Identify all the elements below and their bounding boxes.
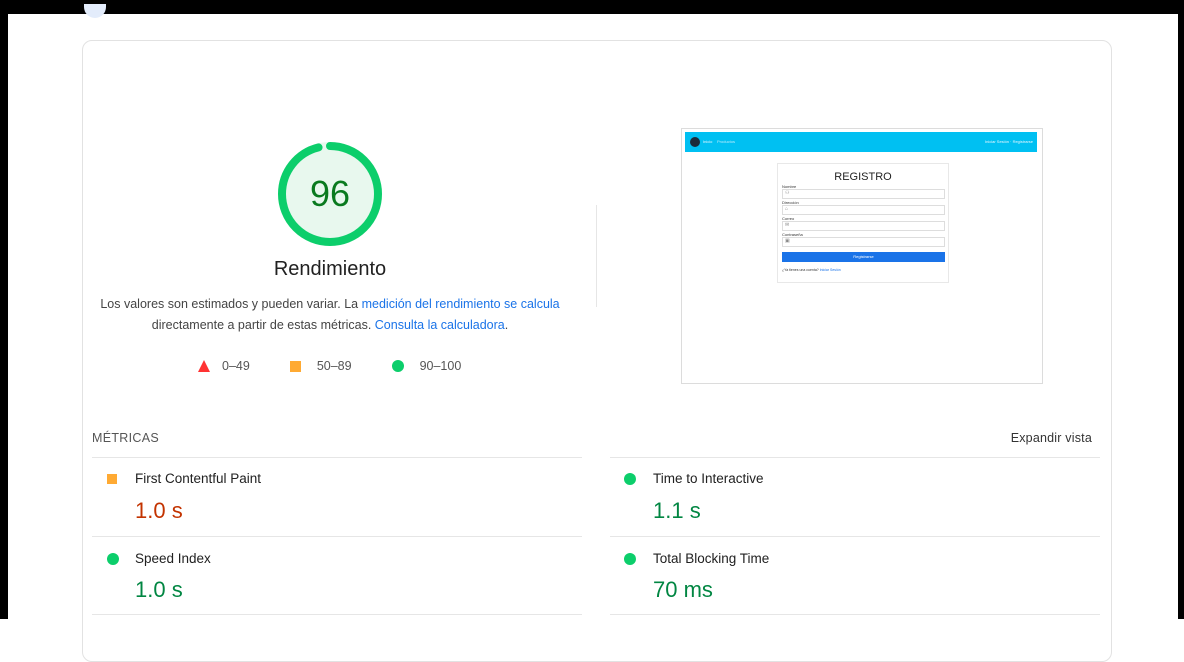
screenshot-register-button: Registrarse [782, 252, 945, 262]
metric-value-tbt: 70 ms [653, 577, 713, 602]
mail-icon: ✉ [785, 222, 790, 228]
logo-icon [690, 137, 700, 147]
legend-range: 0–49 [222, 359, 250, 373]
pass-circle-icon [624, 553, 636, 565]
score-label: Rendimiento [273, 258, 387, 280]
metrics-divider [610, 536, 1100, 537]
metric-name-fcp: First Contentful Paint [135, 471, 262, 486]
score-description: Los valores son estimados y pueden varia… [100, 294, 560, 336]
screenshot-field: ⌂ [782, 205, 945, 215]
performance-calc-link[interactable]: medición del rendimiento se calcula [362, 297, 560, 311]
legend-range: 50–89 [316, 359, 352, 373]
screenshot-field: ▣ [782, 237, 945, 247]
description-text: directamente a partir de estas métricas. [151, 318, 375, 332]
legend-item-pass: 90–100 [391, 359, 462, 373]
metric-value-tti: 1.1 s [653, 498, 701, 523]
screenshot-field: ⚇ [782, 189, 945, 199]
screenshot-navbar: Inicio Productos Iniciar Sesión · Regist… [685, 132, 1037, 152]
final-screenshot[interactable]: Inicio Productos Iniciar Sesión · Regist… [681, 128, 1043, 384]
screenshot-nav-link: Productos [717, 139, 736, 144]
description-text: . [504, 318, 509, 332]
average-square-icon [289, 360, 301, 372]
legend-item-average: 50–89 [289, 359, 352, 373]
screenshot-register-form: REGISTRO Nombre ⚇ Dirección ⌂ Correo ✉ C… [777, 163, 949, 283]
metrics-divider [92, 536, 582, 537]
scrolled-gauge-peek [84, 4, 106, 18]
metric-value-fcp: 1.0 s [135, 498, 183, 523]
window-frame-left [0, 0, 8, 619]
metric-name-tbt: Total Blocking Time [653, 551, 770, 566]
screenshot-form-title: REGISTRO [834, 171, 892, 183]
fail-triangle-icon [198, 360, 210, 372]
screenshot-nav-brand: Inicio [703, 139, 713, 144]
metric-value-si: 1.0 s [135, 577, 183, 602]
window-frame-right [1178, 0, 1184, 619]
score-legend: 0–49 50–89 90–100 [198, 357, 461, 375]
expand-view-toggle[interactable]: Expandir vista [1011, 431, 1092, 445]
metrics-divider [610, 614, 1100, 615]
window-frame-top [0, 0, 1184, 14]
lock-icon: ▣ [785, 238, 790, 244]
metric-name-si: Speed Index [135, 551, 211, 566]
user-icon: ⚇ [785, 190, 790, 196]
description-text: Los valores son estimados y pueden varia… [100, 297, 362, 311]
metrics-divider [92, 614, 582, 615]
home-icon: ⌂ [785, 206, 789, 212]
screenshot-footer: ¿Ya tienes una cuenta? Iniciar Sesión [782, 268, 841, 272]
score-value: 96 [309, 173, 351, 214]
legend-item-fail: 0–49 [198, 359, 250, 373]
pass-circle-icon [624, 473, 636, 485]
metrics-heading: MÉTRICAS [92, 431, 159, 445]
legend-range: 90–100 [419, 359, 462, 373]
vertical-divider [596, 205, 597, 307]
metrics-divider [92, 457, 582, 458]
pass-circle-icon [391, 360, 404, 372]
calculator-link[interactable]: Consulta la calculadora [375, 318, 505, 332]
metric-name-tti: Time to Interactive [653, 471, 764, 486]
metrics-divider [610, 457, 1100, 458]
average-square-icon [107, 474, 117, 484]
screenshot-nav-right: Iniciar Sesión · Registrarse [985, 139, 1034, 144]
pass-circle-icon [107, 553, 119, 565]
screenshot-field: ✉ [782, 221, 945, 231]
